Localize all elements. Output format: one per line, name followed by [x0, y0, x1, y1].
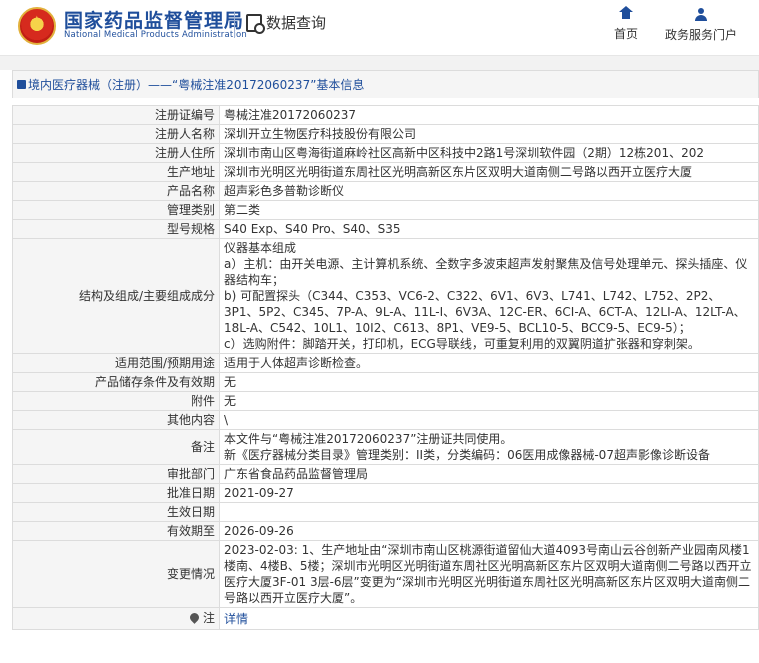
field-label: 注册证编号: [12, 105, 220, 125]
breadcrumb: 境内医疗器械（注册）——“粤械注准20172060237”基本信息: [12, 70, 759, 98]
field-value: [219, 502, 759, 522]
field-value: 广东省食品药品监督管理局: [219, 464, 759, 484]
value-line: 仪器基本组成: [224, 241, 297, 255]
national-emblem-logo-icon[interactable]: ★: [18, 7, 56, 45]
field-label: 附件: [12, 391, 220, 411]
field-label: 审批部门: [12, 464, 220, 484]
site-header: ★ 国家药品监督管理局 National Medical Products Ad…: [0, 0, 759, 56]
details-link[interactable]: 详情: [224, 612, 248, 626]
brand-title-en[interactable]: National Medical Products Administration: [64, 30, 247, 40]
field-value: 详情: [219, 607, 759, 630]
registration-info-table: 注册证编号 粤械注准20172060237 注册人名称 深圳开立生物医疗科技股份…: [12, 105, 759, 630]
value-line: 本文件与“粤械注准20172060237”注册证共同使用。: [224, 432, 513, 446]
note-label-wrap: 注: [188, 610, 215, 626]
value-line: 新《医疗器械分类目录》管理类别：II类，分类编码：06医用成像器械-07超声影像…: [224, 448, 710, 462]
field-value: 2026-09-26: [219, 521, 759, 541]
field-label: 其他内容: [12, 410, 220, 430]
detail-panel: 境内医疗器械（注册）——“粤械注准20172060237”基本信息 注册证编号 …: [12, 70, 759, 630]
table-row: 注 详情: [12, 607, 759, 630]
value-line: b) 可配置探头（C344、C353、VC6-2、C322、6V1、6V3、L7…: [224, 289, 746, 335]
field-value: 粤械注准20172060237: [219, 105, 759, 125]
table-row: 附件 无: [12, 391, 759, 411]
header-separator-band: [0, 56, 759, 70]
table-row: 适用范围/预期用途 适用于人体超声诊断检查。: [12, 353, 759, 373]
table-row: 型号规格 S40 Exp、S40 Pro、S40、S35: [12, 219, 759, 239]
brand-divider: [234, 12, 235, 38]
brand-title-cn[interactable]: 国家药品监督管理局: [64, 6, 244, 33]
field-label: 适用范围/预期用途: [12, 353, 220, 373]
field-value: 超声彩色多普勒诊断仪: [219, 181, 759, 201]
field-value: S40 Exp、S40 Pro、S40、S35: [219, 219, 759, 239]
field-value-multiline: 本文件与“粤械注准20172060237”注册证共同使用。 新《医疗器械分类目录…: [219, 429, 759, 465]
field-label: 生产地址: [12, 162, 220, 182]
nav-gov-service-portal[interactable]: 政务服务门户: [660, 8, 742, 43]
table-row: 有效期至 2026-09-26: [12, 521, 759, 541]
data-query-label: 数据查询: [266, 14, 327, 32]
breadcrumb-bullet-icon: [17, 80, 26, 89]
value-line: c）选购附件：脚踏开关，打印机，ECG导联线，可重复利用的双翼阴道扩张器和穿刺架…: [224, 337, 700, 351]
table-row: 注册证编号 粤械注准20172060237: [12, 105, 759, 125]
table-row: 其他内容 \: [12, 410, 759, 430]
table-row: 审批部门 广东省食品药品监督管理局: [12, 464, 759, 484]
table-row: 产品名称 超声彩色多普勒诊断仪: [12, 181, 759, 201]
table-row: 生效日期: [12, 502, 759, 522]
table-row: 生产地址 深圳市光明区光明街道东周社区光明高新区东片区双明大道南侧二号路以西开立…: [12, 162, 759, 182]
field-label: 管理类别: [12, 200, 220, 220]
breadcrumb-text: 境内医疗器械（注册）——“粤械注准20172060237”基本信息: [28, 78, 365, 92]
nav-gov-service-label: 政务服务门户: [664, 28, 737, 42]
field-label: 批准日期: [12, 483, 220, 503]
document-search-icon: [246, 13, 265, 34]
field-value: 2021-09-27: [219, 483, 759, 503]
field-value-multiline: 仪器基本组成 a）主机：由开关电源、主计算机系统、全数字多波束超声发射聚焦及信号…: [219, 238, 759, 354]
data-query-module[interactable]: 数据查询: [246, 12, 327, 34]
field-label: 注册人名称: [12, 124, 220, 144]
pin-icon: [188, 610, 201, 624]
nav-home-label: 首页: [613, 27, 638, 41]
field-label: 有效期至: [12, 521, 220, 541]
field-label: 注: [12, 607, 220, 630]
table-row: 注册人住所 深圳市南山区粤海街道麻岭社区高新中区科技中2路1号深圳软件园（2期）…: [12, 143, 759, 163]
field-value: 无: [219, 372, 759, 392]
field-value: 深圳市光明区光明街道东周社区光明高新区东片区双明大道南侧二号路以西开立医疗大厦: [219, 162, 759, 182]
field-value: 第二类: [219, 200, 759, 220]
field-value: 深圳开立生物医疗科技股份有限公司: [219, 124, 759, 144]
title-spacer: [12, 98, 759, 105]
field-value: 无: [219, 391, 759, 411]
home-icon: [619, 6, 633, 20]
field-value: \: [219, 410, 759, 430]
field-label: 变更情况: [12, 540, 220, 608]
note-label-text: 注: [202, 611, 215, 626]
field-label: 产品储存条件及有效期: [12, 372, 220, 392]
user-icon: [695, 8, 707, 21]
table-row: 变更情况 2023-02-03: 1、生产地址由“深圳市南山区桃源街道留仙大道4…: [12, 540, 759, 608]
field-label: 备注: [12, 429, 220, 465]
field-label: 产品名称: [12, 181, 220, 201]
field-label: 结构及组成/主要组成成分: [12, 238, 220, 354]
field-label: 注册人住所: [12, 143, 220, 163]
nav-home[interactable]: 首页: [611, 6, 641, 42]
field-label: 生效日期: [12, 502, 220, 522]
table-row: 备注 本文件与“粤械注准20172060237”注册证共同使用。 新《医疗器械分…: [12, 429, 759, 465]
field-value: 适用于人体超声诊断检查。: [219, 353, 759, 373]
table-row: 管理类别 第二类: [12, 200, 759, 220]
table-row: 产品储存条件及有效期 无: [12, 372, 759, 392]
value-line: a）主机：由开关电源、主计算机系统、全数字多波束超声发射聚焦及信号处理单元、探头…: [224, 257, 748, 287]
table-row: 结构及组成/主要组成成分 仪器基本组成 a）主机：由开关电源、主计算机系统、全数…: [12, 238, 759, 354]
field-value: 2023-02-03: 1、生产地址由“深圳市南山区桃源街道留仙大道4093号南…: [219, 540, 759, 608]
field-value: 深圳市南山区粤海街道麻岭社区高新中区科技中2路1号深圳软件园（2期）12栋201…: [219, 143, 759, 163]
table-row: 注册人名称 深圳开立生物医疗科技股份有限公司: [12, 124, 759, 144]
field-label: 型号规格: [12, 219, 220, 239]
table-row: 批准日期 2021-09-27: [12, 483, 759, 503]
